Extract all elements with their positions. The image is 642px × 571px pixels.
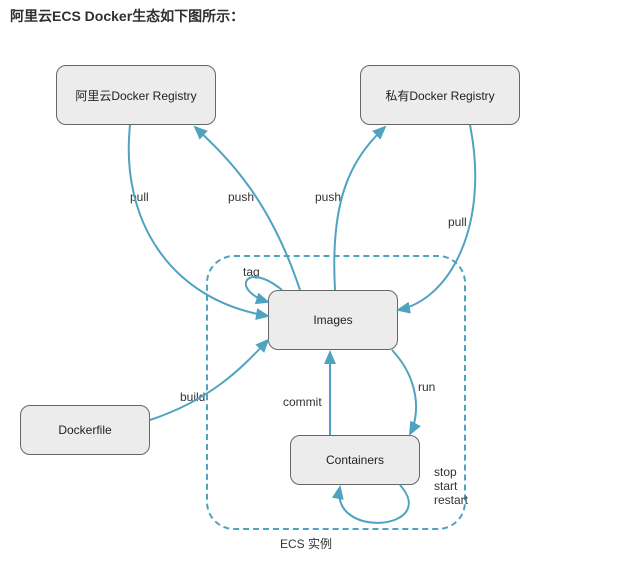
node-aliyun-docker-registry: 阿里云Docker Registry [56, 65, 216, 125]
edge-label-push-left: push [228, 190, 254, 204]
edge-label-push-right: push [315, 190, 341, 204]
node-dockerfile: Dockerfile [20, 405, 150, 455]
edge-label-pull-right: pull [448, 215, 467, 229]
diagram-title: 阿里云ECS Docker生态如下图所示： [10, 6, 244, 26]
node-private-docker-registry: 私有Docker Registry [360, 65, 520, 125]
edge-label-pull-left: pull [130, 190, 149, 204]
edge-label-tag: tag [243, 265, 260, 279]
edge-label-run: run [418, 380, 435, 394]
diagram-canvas: 阿里云ECS Docker生态如下图所示： ECS 实例 阿里云Docker R… [0, 0, 642, 571]
ecs-instance-label: ECS 实例 [280, 535, 332, 552]
node-containers: Containers [290, 435, 420, 485]
edge-label-build: build [180, 390, 205, 404]
edge-label-commit: commit [283, 395, 322, 409]
edge-label-restart: stop start restart [434, 465, 468, 507]
node-images: Images [268, 290, 398, 350]
